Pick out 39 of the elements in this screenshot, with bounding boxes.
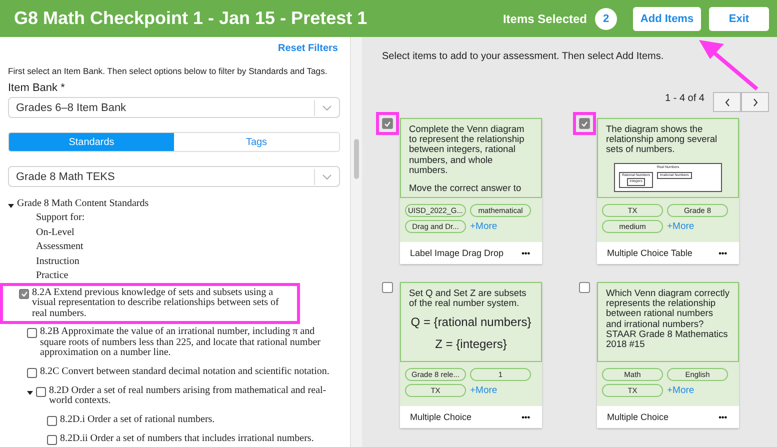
- tree-label: On-Level: [36, 228, 74, 238]
- tree-label: Assessment: [36, 242, 84, 253]
- tree-label: Instruction: [36, 256, 80, 268]
- set-definition: Q = {rational numbers}: [410, 316, 532, 330]
- more-menu-button[interactable]: •••: [718, 412, 727, 422]
- standard-label: 8.2A Extend previous knowledge of sets and subsets using a visual representation to describe relationships between sets of real numbers.: [32, 288, 280, 320]
- tree-label: Grade 8 Math Content Standards: [17, 198, 149, 210]
- selected-count: 2: [595, 8, 617, 30]
- filter-instructions: First select an Item Bank. Then select options below to filter by Standards and Tags.: [8, 66, 328, 76]
- item-prompt: Complete the Venn diagram to represent the relationship between integers, rational numbers, and whole numbers.: [409, 124, 526, 176]
- tree-label: Support for:: [36, 213, 85, 224]
- standard-label: 8.2D Order a set of real numbers arising from mathematical and real-world contexts.: [49, 386, 328, 407]
- item-prompt: Set Q and Set Z are subsets of the real number system.: [409, 288, 528, 308]
- standard-label: 8.2D.i Order a set of rational numbers.: [60, 414, 215, 426]
- set-definition: Z = {integers}: [434, 338, 508, 351]
- item-prompt: Move the correct answer to: [409, 183, 522, 194]
- more-menu-button[interactable]: •••: [522, 412, 530, 422]
- item-type: Label Image Drag Drop: [410, 248, 504, 258]
- items-selected-label: Items Selected: [502, 12, 587, 26]
- standard-label: 8.2D.ii Order a set of numbers that includes irrational numbers.: [60, 434, 314, 444]
- item-type: Multiple Choice: [607, 412, 669, 422]
- results-instructions: Select items to add to your assessment. Then select Add Items.: [382, 51, 665, 62]
- item-type: Multiple Choice Table: [607, 248, 692, 258]
- standard-label: 8.2B Approximate the value of an irrational number, including π and square roots of numbers less than 225, and locate that rational number approximation on a number line.: [40, 327, 322, 359]
- standard-set-dropdown[interactable]: Grade 8 Math TEKS: [8, 166, 340, 187]
- item-prompt: The diagram shows the relationship among several sets of numbers.: [606, 124, 718, 155]
- reset-filters-link[interactable]: Reset Filters: [278, 43, 338, 54]
- exit-button[interactable]: Exit: [709, 6, 769, 30]
- item-type: Multiple Choice: [410, 412, 472, 422]
- item-prompt: Which Venn diagram correctly represents the relationship between rational numbers and irrational numbers? STAAR Grade 8 Mathematics 2018 #15: [606, 288, 730, 350]
- standard-label: 8.2C Convert between standard decimal notation and scientific notation.: [40, 366, 330, 378]
- pagination-text: 1 - 4 of 4: [665, 92, 705, 105]
- add-items-button[interactable]: Add Items: [633, 6, 701, 30]
- more-menu-button[interactable]: •••: [522, 248, 530, 258]
- item-bank-label: Item Bank *: [8, 82, 66, 94]
- item-bank-dropdown[interactable]: Grades 6–8 Item Bank: [8, 97, 340, 118]
- page-title: G8 Math Checkpoint 1 - Jan 15 - Pretest 1: [14, 8, 368, 29]
- more-menu-button[interactable]: •••: [718, 248, 727, 258]
- tree-label: Practice: [36, 271, 68, 282]
